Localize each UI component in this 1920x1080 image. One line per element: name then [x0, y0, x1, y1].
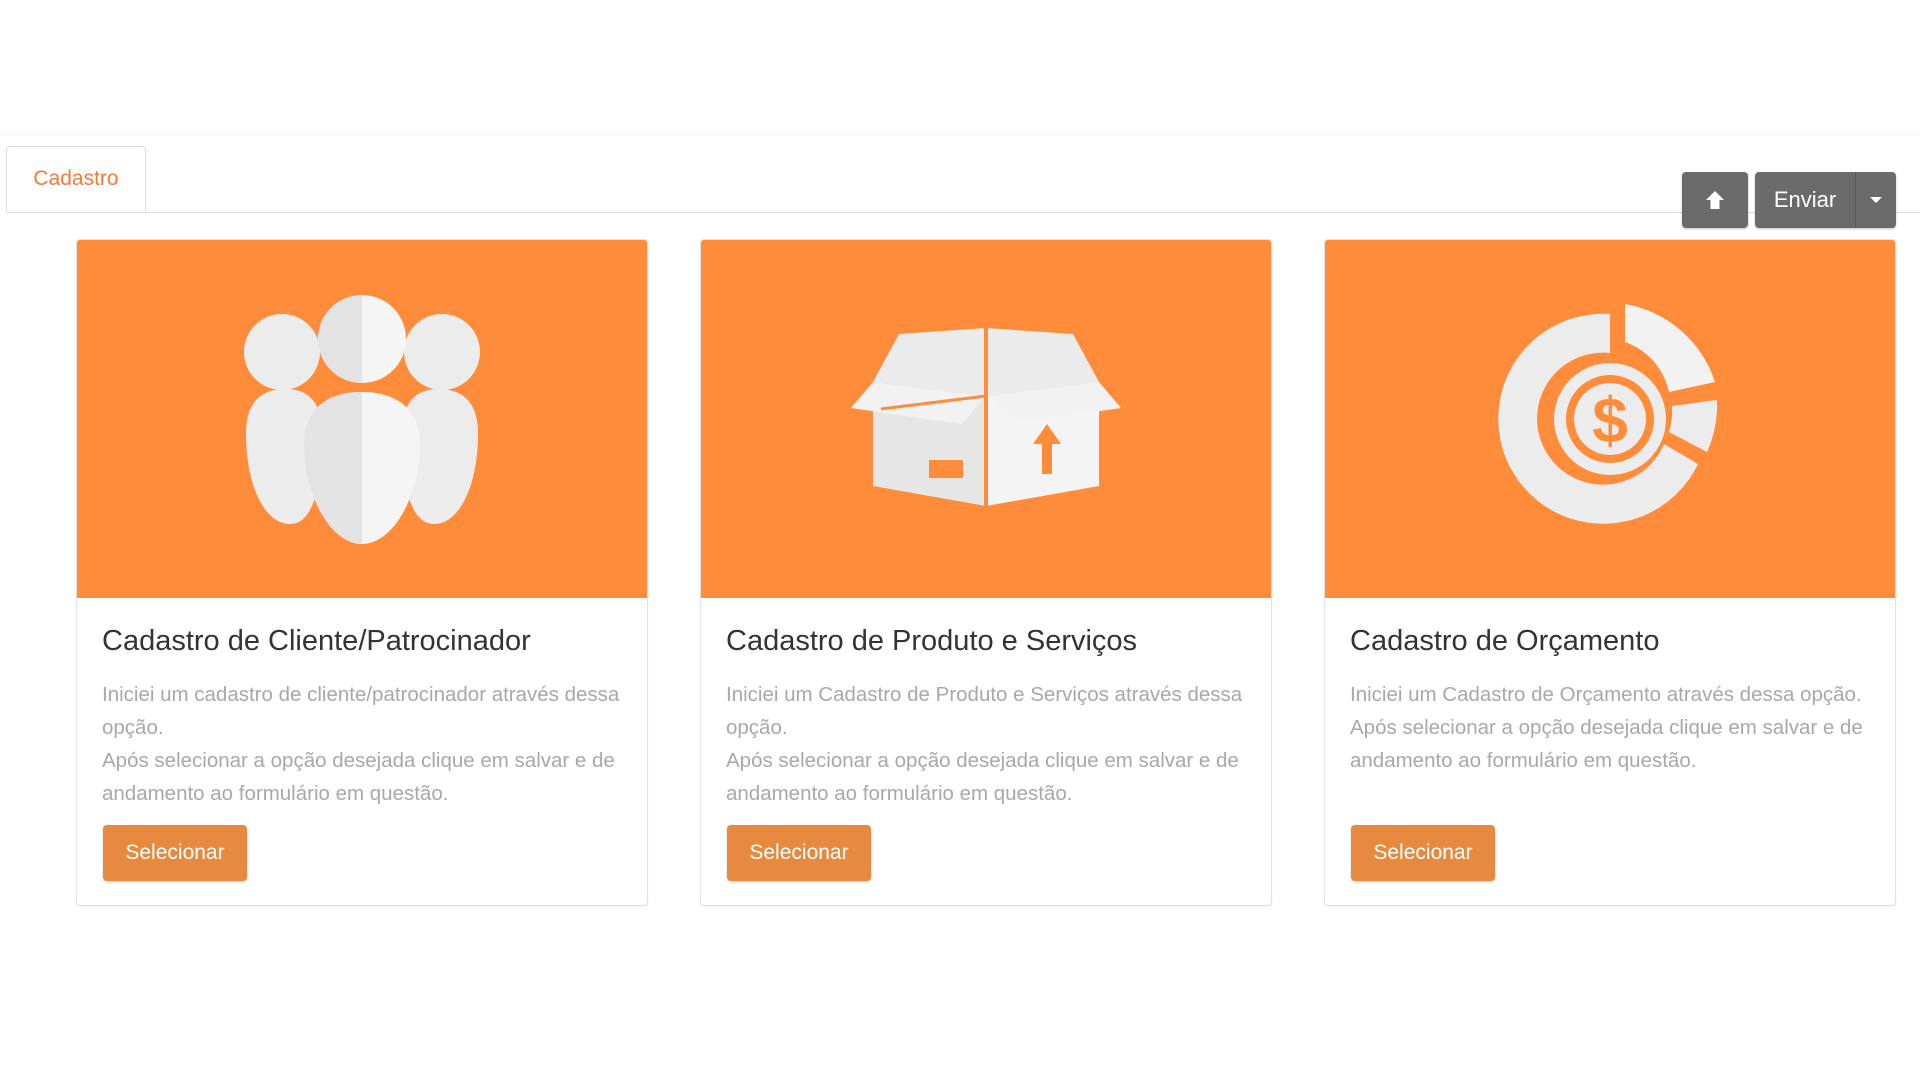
card-description-line: Após selecionar a opção desejada clique … [102, 749, 615, 805]
svg-text:$: $ [1592, 384, 1628, 456]
card-title: Cadastro de Orçamento [1350, 625, 1660, 657]
send-button[interactable]: Enviar [1755, 172, 1856, 228]
card-title: Cadastro de Produto e Serviços [726, 625, 1138, 657]
card-produto: Cadastro de Produto e Serviços Iniciei u… [700, 239, 1272, 906]
card-description-line: Após selecionar a opção desejada clique … [1350, 716, 1863, 772]
send-split-button: Enviar [1755, 172, 1896, 228]
card-image [701, 240, 1271, 598]
open-box-icon [851, 328, 1121, 506]
select-button[interactable]: Selecionar [727, 825, 871, 881]
toolbar-actions: Enviar [1682, 172, 1896, 228]
select-button[interactable]: Selecionar [103, 825, 247, 881]
caret-down-icon [1870, 197, 1882, 203]
select-button[interactable]: Selecionar [1351, 825, 1495, 881]
main-panel: Cadastro Enviar Cadastro de Cliente/Patr… [0, 136, 1920, 946]
card-orcamento: $ Cadastro de Orçamento Iniciei um Cadas… [1324, 239, 1896, 906]
tab-cadastro[interactable]: Cadastro [6, 146, 146, 212]
card-description-line: Iniciei um Cadastro de Produto e Serviço… [726, 683, 1243, 739]
card-description: Iniciei um Cadastro de Orçamento através… [1350, 678, 1870, 777]
people-group-icon [244, 295, 480, 544]
card-description: Iniciei um cadastro de cliente/patrocina… [102, 678, 622, 810]
card-title: Cadastro de Cliente/Patrocinador [102, 625, 531, 657]
top-header-area [0, 0, 1920, 136]
arrow-up-icon [1706, 191, 1724, 209]
tab-bar: Cadastro [6, 146, 1920, 213]
upload-button[interactable] [1682, 172, 1748, 228]
card-cliente: Cadastro de Cliente/Patrocinador Iniciei… [76, 239, 648, 906]
card-image: $ [1325, 240, 1895, 598]
card-description-line: Iniciei um Cadastro de Orçamento através… [1350, 683, 1862, 706]
send-dropdown-toggle[interactable] [1856, 172, 1896, 228]
card-description: Iniciei um Cadastro de Produto e Serviço… [726, 678, 1246, 810]
card-description-line: Iniciei um cadastro de cliente/patrocina… [102, 683, 620, 739]
card-image [77, 240, 647, 598]
card-description-line: Após selecionar a opção desejada clique … [726, 749, 1239, 805]
dollar-chart-icon: $ [1498, 304, 1718, 524]
